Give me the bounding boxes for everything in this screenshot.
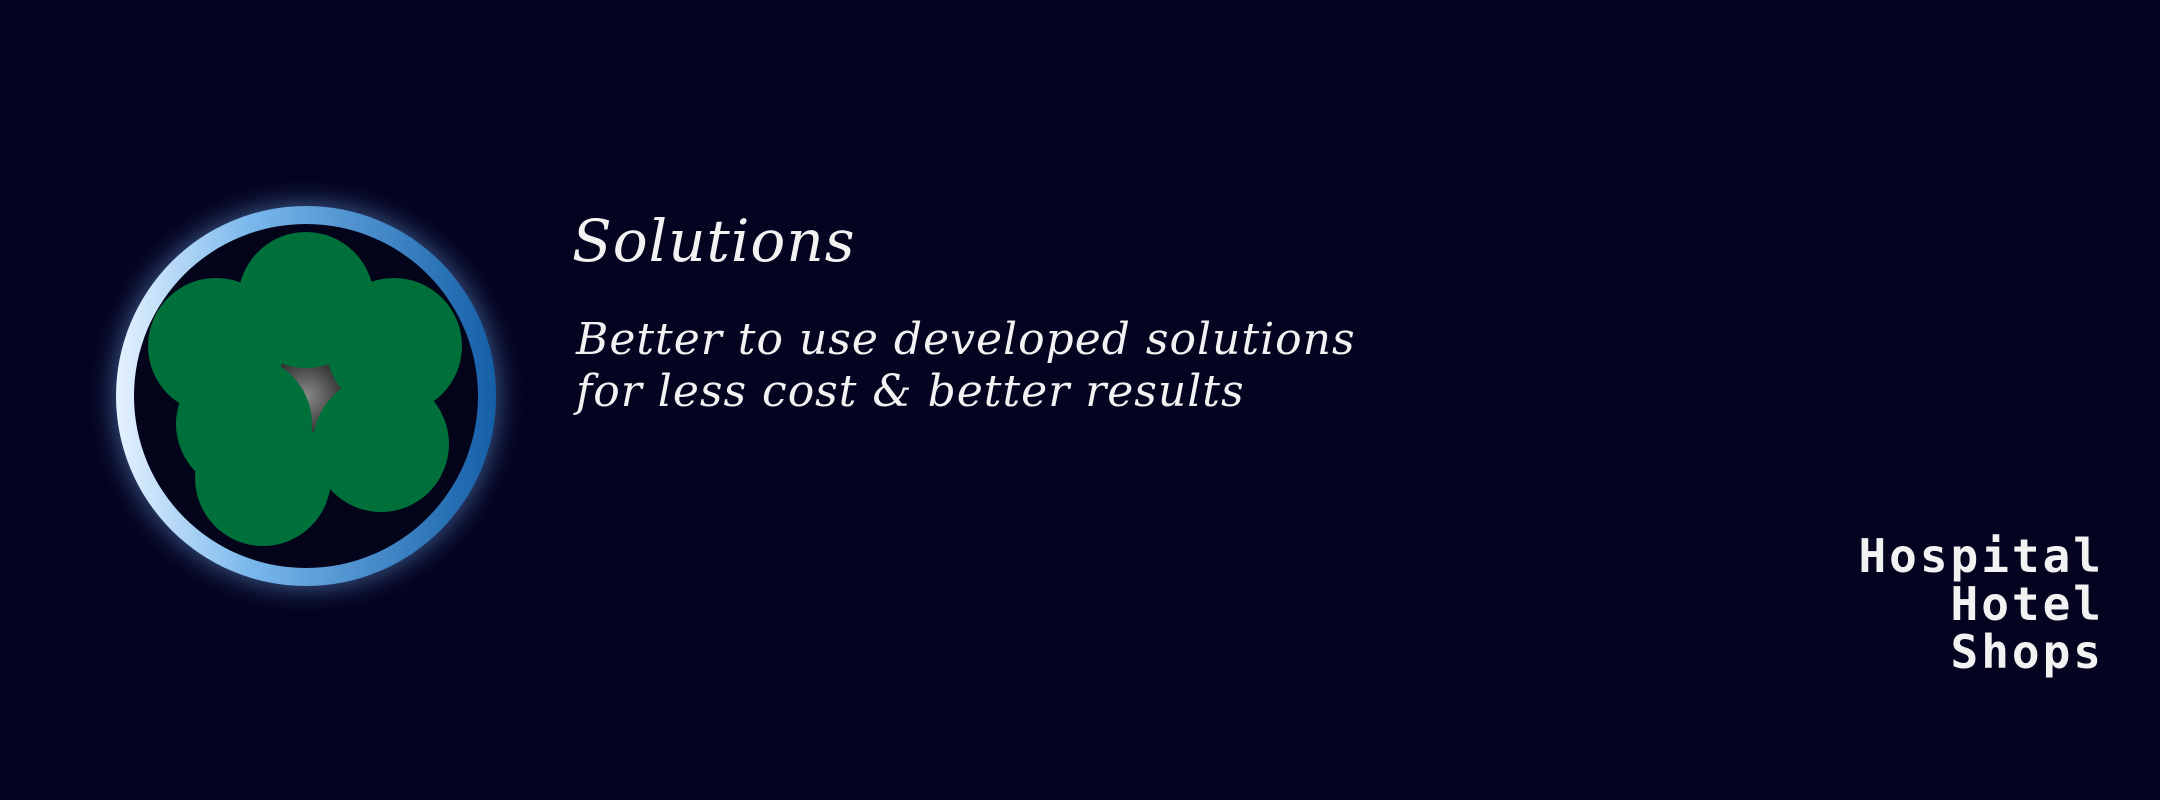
sector-list: Hospital Hotel Shops — [1858, 532, 2104, 676]
logo-emblem — [108, 198, 504, 594]
sector-item-hotel: Hotel — [1950, 577, 2104, 631]
logo-circle — [195, 410, 331, 546]
sector-item-hospital: Hospital — [1858, 529, 2104, 583]
logo-circle — [313, 376, 449, 512]
logo-emblem-graphic — [116, 206, 496, 586]
tagline-line: for less cost & better results — [576, 366, 1245, 417]
sector-item-shops: Shops — [1950, 625, 2104, 679]
logo-circle — [238, 232, 374, 368]
tagline-line: Better to use developed solutions — [576, 314, 1356, 365]
tagline: Better to use developed solutions for le… — [576, 314, 1356, 418]
page-title: Solutions — [572, 207, 856, 275]
